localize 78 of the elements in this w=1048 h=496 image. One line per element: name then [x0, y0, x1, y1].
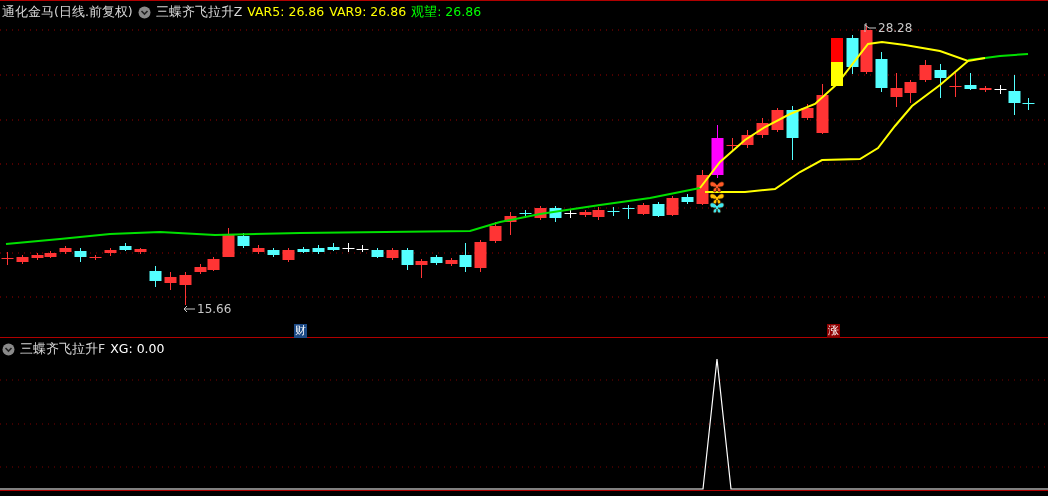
stock-title: 通化金马(日线.前复权)	[2, 5, 133, 19]
candlestick	[564, 208, 577, 219]
indicator-name: 三蝶齐飞拉升F	[20, 342, 106, 356]
candlestick	[104, 247, 117, 257]
event-marker[interactable]: 涨	[827, 324, 840, 338]
candlestick	[860, 24, 873, 75]
candlestick	[59, 245, 72, 255]
arrow-icon	[864, 23, 877, 33]
candlestick	[194, 263, 207, 275]
dropdown-icon[interactable]	[2, 342, 15, 356]
candlestick	[401, 247, 414, 271]
indicator-value: 观望: 26.86	[411, 5, 482, 19]
candlestick	[519, 209, 532, 219]
indicator-value: VAR5: 26.86	[247, 5, 325, 19]
candlestick	[327, 242, 340, 252]
candlestick	[919, 59, 932, 83]
candlestick	[430, 254, 443, 266]
candlestick	[74, 247, 87, 263]
candlestick	[726, 137, 739, 153]
candlestick	[741, 129, 754, 149]
candlestick	[222, 227, 235, 258]
candlestick	[786, 105, 799, 161]
candlestick	[711, 124, 724, 179]
indicator-value: XG: 0.00	[110, 342, 165, 356]
price-label: 28.28	[878, 21, 913, 35]
candlestick	[89, 254, 102, 261]
dropdown-icon[interactable]	[137, 5, 151, 19]
candlestick	[756, 117, 769, 139]
price-label: 15.66	[197, 302, 232, 316]
candlestick	[44, 250, 57, 259]
candlestick	[31, 252, 44, 261]
candlestick	[949, 72, 962, 98]
candlestick	[356, 244, 369, 253]
candlestick	[964, 72, 977, 91]
candlestick	[474, 239, 487, 273]
candlestick	[149, 265, 162, 288]
candlestick	[801, 103, 814, 121]
candlestick	[831, 38, 843, 86]
candlestick	[342, 242, 355, 253]
candlestick	[816, 83, 829, 135]
candlestick	[666, 195, 679, 217]
candlestick	[282, 247, 295, 263]
candlestick	[415, 258, 428, 279]
candlestick	[134, 247, 147, 255]
candlestick	[371, 247, 384, 259]
candlestick	[164, 271, 177, 291]
candlestick	[979, 85, 992, 93]
candlestick	[179, 271, 192, 306]
candlestick	[267, 247, 280, 258]
candlestick	[652, 201, 665, 218]
indicator-name: 三蝶齐飞拉升Z	[155, 5, 243, 19]
candlestick	[846, 34, 859, 75]
candlestick	[622, 204, 635, 220]
candlestick	[312, 244, 325, 255]
candlestick	[637, 202, 650, 216]
arrow-icon	[183, 304, 196, 314]
candlestick	[875, 51, 888, 93]
candlestick	[607, 206, 620, 217]
butterfly-icon	[709, 202, 725, 214]
candlestick	[16, 254, 29, 265]
candlestick	[237, 232, 250, 249]
candlestick	[1, 251, 14, 266]
candlestick	[119, 242, 132, 252]
candlestick	[207, 256, 220, 272]
indicator-value: VAR9: 26.86	[329, 5, 407, 19]
candlestick	[681, 193, 694, 205]
candlestick	[297, 246, 310, 254]
candlestick	[489, 221, 502, 244]
candlestick	[504, 211, 517, 236]
candlestick	[696, 169, 709, 206]
candlestick	[252, 244, 265, 255]
candlestick	[534, 205, 547, 221]
butterfly-icon	[709, 181, 725, 193]
candlestick	[549, 205, 562, 223]
candlestick	[386, 247, 399, 261]
butterfly-icon	[709, 193, 725, 205]
candlestick	[934, 63, 947, 99]
event-marker[interactable]: 财	[294, 324, 307, 338]
